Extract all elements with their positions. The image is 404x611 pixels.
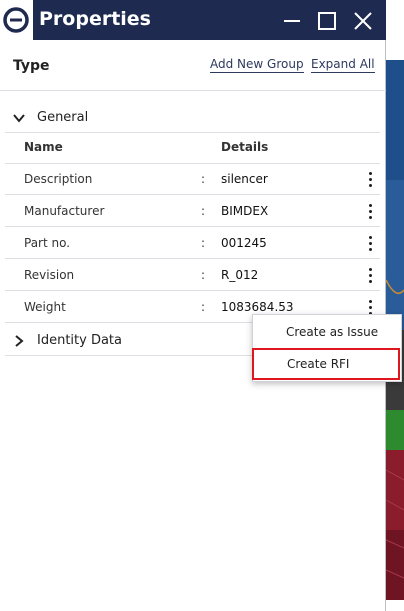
table-row[interactable]: Part no. : 001245 [0,227,386,259]
menu-item-label: Create RFI [287,357,350,371]
more-options-icon[interactable] [364,266,378,284]
group-identity-data-label: Identity Data [37,333,122,348]
property-value: BIMDEX [221,204,269,218]
menu-item-label: Create as Issue [286,325,379,339]
separator: : [201,236,206,250]
expand-all-link[interactable]: Expand All [311,56,375,73]
window-title: Properties [39,8,151,30]
property-value: 1083684.53 [221,300,294,314]
add-new-group-link[interactable]: Add New Group [210,56,304,73]
property-value: 001245 [221,236,267,250]
more-options-icon[interactable] [364,234,378,252]
create-as-issue-menu-item[interactable]: Create as Issue [253,317,401,347]
property-name: Part no. [24,236,71,250]
property-name: Weight [24,300,66,314]
property-name: Description [24,172,93,186]
maximize-icon[interactable] [316,10,338,32]
separator: : [201,268,206,282]
type-header: Type Add New Group Expand All [0,40,386,90]
separator: : [201,300,206,314]
chevron-down-icon [13,114,25,123]
separator: : [201,172,206,186]
group-general-toggle[interactable]: General [0,103,386,133]
create-rfi-menu-item[interactable]: Create RFI [252,348,400,380]
separator: : [201,204,206,218]
viewport-model-graphic [386,60,404,600]
minimize-icon[interactable] [281,10,303,32]
close-icon[interactable] [352,10,374,32]
column-header-name: Name [24,140,63,154]
app-logo-icon [0,0,33,40]
property-name: Revision [24,268,75,282]
more-options-icon[interactable] [364,202,378,220]
table-row[interactable]: Manufacturer : BIMDEX [0,195,386,227]
divider [0,90,386,91]
property-value: silencer [221,172,268,186]
property-name: Manufacturer [24,204,105,218]
group-general-label: General [37,110,89,125]
table-header: Name Details [0,132,386,164]
3d-viewport[interactable] [386,0,404,611]
properties-panel: Properties Type Add New Group Expand All… [0,0,386,611]
column-header-details: Details [221,140,269,154]
table-row[interactable]: Description : silencer [0,163,386,195]
property-value: R_012 [221,268,259,282]
table-row[interactable]: Revision : R_012 [0,259,386,291]
context-menu: Create as Issue Create RFI [252,314,402,382]
type-label: Type [13,58,50,74]
title-bar[interactable]: Properties [0,0,386,40]
chevron-right-icon [15,335,24,347]
more-options-icon[interactable] [364,170,378,188]
